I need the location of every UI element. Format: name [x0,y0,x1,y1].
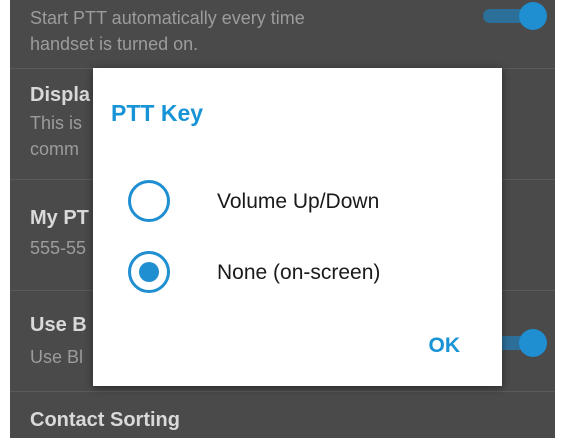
ok-button[interactable]: OK [429,334,461,358]
dialog-title: PTT Key [111,100,204,126]
option-label: Volume Up/Down [217,190,380,213]
option-volume-up-down[interactable]: Volume Up/Down [128,176,468,230]
radio-unselected-icon[interactable] [128,180,170,222]
option-none-on-screen[interactable]: None (on-screen) [128,247,468,301]
ptt-key-dialog: PTT Key Volume Up/Down None (on-screen) … [93,68,502,386]
dialog-overlay: PTT Key Volume Up/Down None (on-screen) … [0,0,571,438]
option-label: None (on-screen) [217,261,381,284]
radio-selected-icon[interactable] [128,251,170,293]
radio-dot [139,262,159,282]
